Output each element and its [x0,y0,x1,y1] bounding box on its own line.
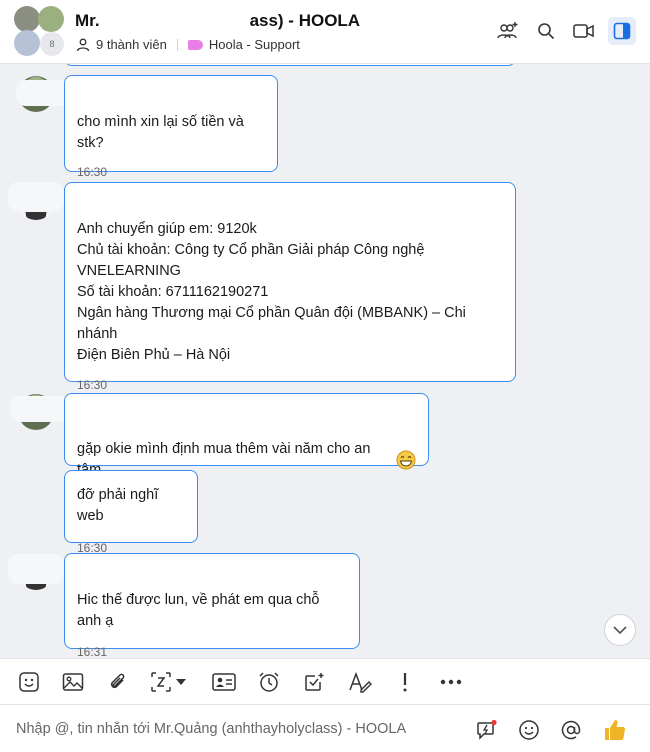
image-button[interactable] [60,669,86,695]
screenshot-icon [151,672,171,692]
sender-name-redaction [8,554,64,584]
title-end: ass) - HOOLA [249,11,361,30]
quick-message-button[interactable] [474,717,500,743]
contact-card-icon [212,673,236,691]
create-task-button[interactable] [301,669,327,695]
paperclip-icon [110,673,125,689]
at-sign-icon [561,720,581,740]
header-actions [494,17,636,45]
sidebar-panel-icon [613,22,631,40]
attach-file-button[interactable] [105,669,131,695]
reminder-button[interactable] [256,669,282,695]
chevron-down-icon [613,626,627,635]
mark-important-button[interactable] [392,669,418,695]
message-list[interactable]: cho mình xin lại số tiền và stk? 16:30 A… [0,64,650,658]
scroll-to-bottom-button[interactable] [604,614,636,646]
add-member-icon [497,22,518,39]
title-redaction [99,12,250,31]
message-text: Anh chuyển giúp em: 9120k Chủ tài khoản:… [77,221,466,363]
quick-message-icon [477,719,497,740]
search-button[interactable] [532,17,560,45]
more-members-badge: 8 [40,32,64,56]
tag-label[interactable]: Hoola - Support [209,37,300,52]
message-bubble[interactable]: Hic thế được lun, về phát em qua chỗ anh… [64,553,360,658]
message-bubble[interactable]: gặp okie mình định mua thêm vài năm cho … [64,393,429,478]
previous-message-bubble [64,64,516,66]
emoji-button[interactable] [516,717,542,743]
contact-card-button[interactable] [211,669,237,695]
title-start: Mr. [75,11,100,30]
video-call-button[interactable] [570,17,598,45]
message-input[interactable] [16,717,456,741]
screenshot-button[interactable] [150,669,194,695]
conversation-title[interactable]: Mr. ass) - HOOLA [75,11,360,31]
member-avatar [14,6,40,32]
mention-button[interactable] [558,717,584,743]
quick-like-button[interactable] [602,717,628,743]
smile-icon [519,720,539,740]
message-bubble[interactable]: Anh chuyển giúp em: 9120k Chủ tài khoản:… [64,182,516,392]
message-time: 16:31 [77,645,108,658]
more-options-button[interactable] [438,669,464,695]
text-format-button[interactable] [347,669,373,695]
caret-down-icon [176,679,186,685]
text-format-icon [349,671,372,693]
search-icon [538,23,555,40]
sender-name-redaction [10,396,70,422]
member-avatar [14,30,40,56]
message-bubble[interactable]: đỡ phải nghĩ web 16:30 [64,470,198,555]
message-time: 16:30 [77,165,108,179]
more-horizontal-icon [440,679,462,685]
exclamation-icon [403,673,407,692]
group-avatar[interactable]: 8 [14,6,66,56]
image-icon [62,673,84,691]
message-time: 16:30 [77,378,108,392]
alarm-clock-icon [259,672,279,692]
divider [176,38,178,51]
message-bubble[interactable]: cho mình xin lại số tiền và stk? 16:30 [64,75,278,179]
conversation-subtitle: 9 thành viên Hoola - Support [76,37,300,52]
member-avatar [38,6,64,32]
message-text: cho mình xin lại số tiền và stk? [77,114,244,151]
video-camera-icon [573,24,594,38]
composer [0,704,650,752]
task-checkbox-icon [305,673,324,691]
add-member-button[interactable] [494,17,522,45]
person-icon [76,38,90,52]
grin-emoji-icon [396,429,416,491]
composer-toolbar [0,658,650,704]
chat-header: 8 Mr. ass) - HOOLA 9 thành viên Hoola - S… [0,0,650,64]
tag-icon [187,39,203,50]
message-text: Hic thế được lun, về phát em qua chỗ anh… [77,592,320,629]
message-text: đỡ phải nghĩ web [77,487,159,524]
sender-name-redaction [8,182,64,212]
sticker-button[interactable] [16,669,42,695]
toggle-sidebar-button[interactable] [608,17,636,45]
member-count[interactable]: 9 thành viên [96,37,167,52]
thumbs-up-icon [605,720,626,740]
sticker-icon [19,672,39,692]
